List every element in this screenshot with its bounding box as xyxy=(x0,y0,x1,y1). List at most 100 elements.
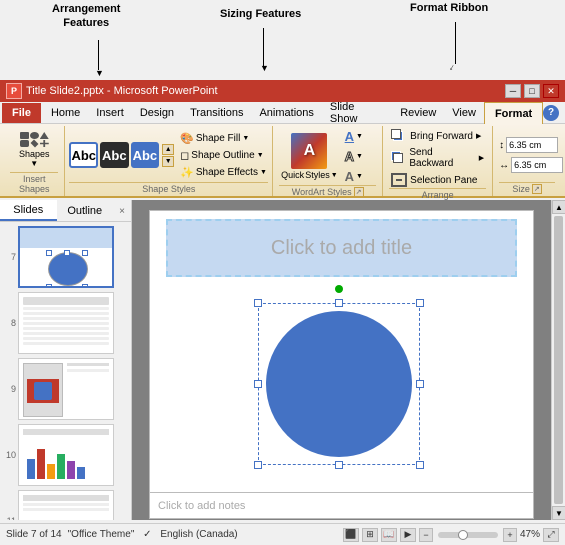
size-group: ↕ ↔ Size ↗ xyxy=(493,126,561,196)
arrange-group: Bring Forward ▶ Send Backward ▶ Selectio… xyxy=(383,126,493,196)
spell-check-icon[interactable]: ✓ xyxy=(140,528,154,542)
quick-styles-button[interactable]: A Quick Styles ▼ xyxy=(279,131,339,182)
slide-title-placeholder[interactable]: Click to add title xyxy=(166,219,517,277)
shape-style-swatch-1[interactable]: Abc xyxy=(69,142,98,168)
selection-pane-label: Selection Pane xyxy=(410,175,477,186)
wordart-styles-group: A Quick Styles ▼ A ▼ A xyxy=(273,126,383,196)
slide-panel-tabs: Slides Outline × xyxy=(0,200,131,222)
arrange-label: Arrange xyxy=(389,188,486,200)
shape-style-swatch-2[interactable]: Abc xyxy=(100,142,129,168)
slide-title-text: Click to add title xyxy=(271,237,412,260)
help-button[interactable]: ? xyxy=(543,105,559,121)
slide-item-7[interactable]: 7 xyxy=(2,226,129,288)
quick-styles-label2: Styles xyxy=(305,170,330,180)
vertical-scrollbar: ▲ ▼ xyxy=(551,200,565,520)
slideshow-button[interactable]: ▶ xyxy=(400,528,416,542)
panel-close-button[interactable]: × xyxy=(113,200,131,222)
handle-br[interactable] xyxy=(416,461,424,469)
restore-button[interactable]: □ xyxy=(524,84,540,98)
ribbon: Shapes ▼ Insert Shapes Abc Abc Abc ▲ ▼ xyxy=(0,124,565,198)
file-menu-button[interactable]: File xyxy=(2,103,41,123)
shape-outline-button[interactable]: ◻ Shape Outline ▼ xyxy=(178,148,269,163)
slide-info: Slide 7 of 14 xyxy=(6,529,62,540)
shape-selection-container[interactable] xyxy=(258,303,420,465)
titlebar-left: P Title Slide2.pptx - Microsoft PowerPoi… xyxy=(6,83,218,99)
outline-tab[interactable]: Outline xyxy=(57,200,114,221)
send-backward-button[interactable]: Send Backward ▶ xyxy=(389,146,486,170)
scroll-down-button[interactable]: ▼ xyxy=(552,506,565,520)
bring-forward-button[interactable]: Bring Forward ▶ xyxy=(389,128,486,144)
shape-styles-scroll-up[interactable]: ▲ xyxy=(162,144,174,155)
menu-home[interactable]: Home xyxy=(43,103,88,123)
handle-bm[interactable] xyxy=(335,461,343,469)
handle-tm[interactable] xyxy=(335,299,343,307)
zoom-level: 47% xyxy=(520,529,540,540)
wordart-fill-button[interactable]: A ▼ xyxy=(343,128,365,145)
window-title: Title Slide2.pptx - Microsoft PowerPoint xyxy=(26,85,218,97)
slide-panel: Slides Outline × 7 xyxy=(0,200,132,520)
shape-styles-group: Abc Abc Abc ▲ ▼ 🎨 Shape Fill ▼ ◻ xyxy=(65,126,273,196)
shape-styles-scroll-down[interactable]: ▼ xyxy=(162,156,174,167)
slide-canvas[interactable]: Click to add title xyxy=(149,210,534,493)
menu-design[interactable]: Design xyxy=(132,103,182,123)
handle-tr[interactable] xyxy=(416,299,424,307)
slide-item-8[interactable]: 8 xyxy=(2,292,129,354)
shape-fill-button[interactable]: 🎨 Shape Fill ▼ xyxy=(178,131,269,146)
wordart-effects-button[interactable]: A ▼ xyxy=(343,168,365,185)
zoom-increase-button[interactable]: + xyxy=(503,528,517,542)
scroll-thumb[interactable] xyxy=(554,216,563,504)
menu-slideshow[interactable]: Slide Show xyxy=(322,103,392,123)
menu-view[interactable]: View xyxy=(444,103,484,123)
close-button[interactable]: ✕ xyxy=(543,84,559,98)
statusbar-right: ⬛ ⊞ 📖 ▶ − + 47% ⤢ xyxy=(343,528,559,542)
slide-area-wrapper: Click to add title xyxy=(132,200,565,520)
oval-shape[interactable] xyxy=(266,311,412,457)
selection-pane-button[interactable]: Selection Pane xyxy=(389,172,486,188)
menu-insert[interactable]: Insert xyxy=(88,103,132,123)
shape-effects-button[interactable]: ✨ Shape Effects ▼ xyxy=(178,165,269,180)
wordart-styles-label: WordArt Styles ↗ xyxy=(279,185,376,197)
wordart-expand-icon[interactable]: ↗ xyxy=(354,187,364,197)
menu-animations[interactable]: Animations xyxy=(251,103,321,123)
send-backward-label: Send Backward xyxy=(409,147,475,169)
handle-mr[interactable] xyxy=(416,380,424,388)
notes-placeholder: Click to add notes xyxy=(158,500,245,512)
minimize-button[interactable]: ─ xyxy=(505,84,521,98)
shape-fill-label: Shape Fill xyxy=(196,133,240,144)
size-expand-icon[interactable]: ↗ xyxy=(532,184,542,194)
menu-transitions[interactable]: Transitions xyxy=(182,103,251,123)
theme-info: "Office Theme" xyxy=(68,529,135,540)
menu-format[interactable]: Format xyxy=(484,102,543,124)
arrangement-annotation: Arrangement Features xyxy=(52,2,120,31)
statusbar: Slide 7 of 14 "Office Theme" ✓ English (… xyxy=(0,523,565,545)
zoom-slider[interactable] xyxy=(438,532,498,538)
slide-item-10[interactable]: 10 xyxy=(2,424,129,486)
handle-ml[interactable] xyxy=(254,380,262,388)
size-label: Size ↗ xyxy=(499,182,555,194)
handle-bl[interactable] xyxy=(254,461,262,469)
notes-area[interactable]: Click to add notes xyxy=(149,493,534,519)
shape-style-swatch-3[interactable]: Abc xyxy=(131,142,160,168)
handle-tl[interactable] xyxy=(254,299,262,307)
rotate-handle[interactable] xyxy=(335,285,343,293)
slide-item-9[interactable]: 9 xyxy=(2,358,129,420)
sizing-annotation: Sizing Features xyxy=(220,8,301,20)
quick-styles-label: Quick xyxy=(281,170,304,180)
fit-button[interactable]: ⤢ xyxy=(543,528,559,542)
slide-sorter-button[interactable]: ⊞ xyxy=(362,528,378,542)
shape-effects-label: Shape Effects xyxy=(196,167,258,178)
reading-view-button[interactable]: 📖 xyxy=(381,528,397,542)
slides-tab[interactable]: Slides xyxy=(0,200,57,221)
scroll-up-button[interactable]: ▲ xyxy=(552,200,565,214)
slide-item-11[interactable]: 11 xyxy=(2,490,129,520)
insert-shapes-group: Shapes ▼ Insert Shapes xyxy=(4,126,65,196)
menubar: File Home Insert Design Transitions Anim… xyxy=(0,102,565,124)
width-input[interactable] xyxy=(511,157,563,173)
slide-area[interactable]: Click to add title xyxy=(132,200,551,520)
height-input[interactable] xyxy=(506,137,558,153)
shapes-button[interactable]: Shapes ▼ xyxy=(17,130,52,170)
wordart-outline-button[interactable]: A ▼ xyxy=(343,148,365,165)
normal-view-button[interactable]: ⬛ xyxy=(343,528,359,542)
menu-review[interactable]: Review xyxy=(392,103,444,123)
zoom-decrease-button[interactable]: − xyxy=(419,528,433,542)
